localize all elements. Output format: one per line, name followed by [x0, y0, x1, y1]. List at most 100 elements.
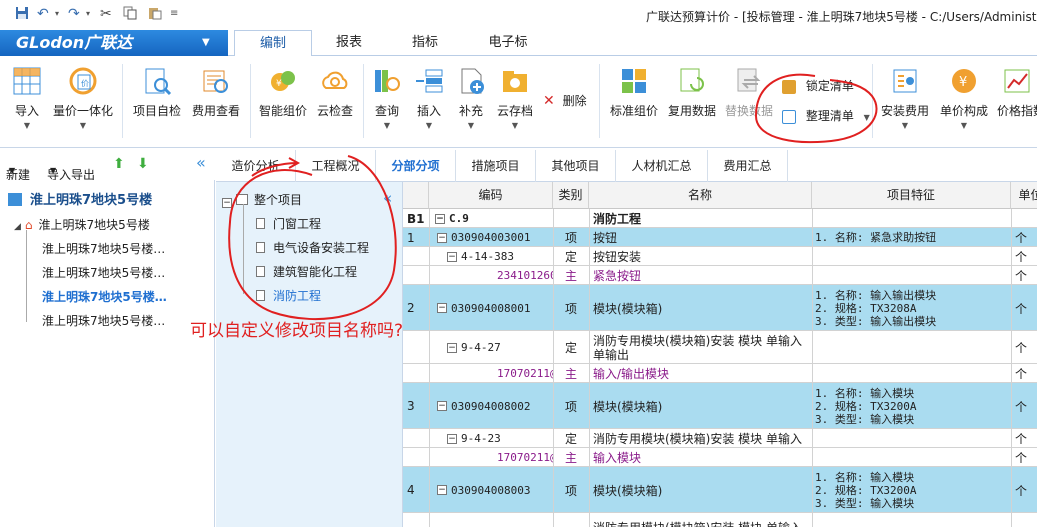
code-cell[interactable]: −4-14-383: [447, 247, 553, 266]
unit-cell[interactable]: 个: [1015, 383, 1037, 429]
type-cell[interactable]: 主: [553, 448, 589, 467]
reuse-data-button[interactable]: 复用数据: [666, 66, 718, 119]
feature-cell[interactable]: 1. 名称: 紧急求助按钮: [815, 228, 1010, 247]
feature-cell[interactable]: 1. 名称: 输入模块 2. 规格: TX3200A 3. 类型: 输入模块: [815, 383, 1010, 429]
type-cell[interactable]: 定: [553, 429, 589, 448]
smart-price-button[interactable]: ¥ 智能组价: [257, 66, 309, 119]
name-cell[interactable]: 输入模块: [593, 448, 811, 467]
name-cell[interactable]: 模块(模块箱): [593, 467, 811, 513]
tree-item[interactable]: 淮上明珠7地块5号楼…: [42, 264, 165, 281]
row-number-cell[interactable]: B1: [407, 209, 429, 228]
tree-root[interactable]: 淮上明珠7地块5号楼: [8, 189, 152, 208]
price-unify-button[interactable]: 价 量价一体化 ▼: [52, 66, 114, 130]
undo-dropdown-icon[interactable]: ▾: [55, 6, 59, 22]
move-down-icon[interactable]: ⬇: [137, 156, 149, 172]
row-number-cell[interactable]: [407, 429, 429, 448]
table-row[interactable]: 消防专用模块(模块箱)安装 模块 单输入: [403, 513, 1037, 527]
organize-list-button[interactable]: 整理清单 ▼: [782, 107, 870, 124]
section-root[interactable]: − 整个项目: [222, 191, 302, 208]
name-cell[interactable]: 输入/输出模块: [593, 364, 811, 383]
lock-list-button[interactable]: 锁定清单: [782, 77, 854, 94]
tab-sub-items[interactable]: 分部分项: [376, 150, 456, 182]
code-cell[interactable]: 17070211@1: [497, 364, 553, 383]
collapse-icon[interactable]: −: [437, 401, 447, 411]
feature-cell[interactable]: [815, 448, 1010, 467]
code-cell[interactable]: 17070211@3: [497, 448, 553, 467]
collapse-icon[interactable]: −: [447, 251, 457, 262]
unit-cell[interactable]: 个: [1015, 331, 1037, 364]
row-number-cell[interactable]: 3: [407, 383, 429, 429]
column-header-type[interactable]: 类别: [553, 182, 589, 209]
cloud-archive-button[interactable]: 云存档 ▼: [495, 66, 535, 130]
collapse-left-icon[interactable]: «: [196, 153, 206, 172]
feature-cell[interactable]: [815, 247, 1010, 266]
table-row[interactable]: 2341012607 主 紧急按钮 个: [403, 266, 1037, 285]
name-cell[interactable]: 模块(模块箱): [593, 383, 811, 429]
unit-cell[interactable]: [1015, 513, 1037, 527]
section-item[interactable]: 电气设备安装工程: [256, 239, 369, 256]
collapse-icon[interactable]: −: [437, 485, 447, 495]
row-number-cell[interactable]: [407, 364, 429, 383]
feature-cell[interactable]: [815, 429, 1010, 448]
feature-cell[interactable]: [815, 364, 1010, 383]
feature-cell[interactable]: [815, 209, 1010, 228]
feature-cell[interactable]: [815, 266, 1010, 285]
code-cell[interactable]: −9-4-27: [447, 331, 553, 364]
tree-item-selected[interactable]: 淮上明珠7地块5号楼…: [42, 288, 167, 305]
code-cell[interactable]: −9-4-23: [447, 429, 553, 448]
unit-cell[interactable]: 个: [1015, 228, 1037, 247]
name-cell[interactable]: 消防专用模块(模块箱)安装 模块 单输入单输出: [593, 331, 811, 364]
tree-item[interactable]: 淮上明珠7地块5号楼…: [42, 240, 165, 257]
section-item-selected[interactable]: 消防工程: [256, 287, 321, 304]
redo-dropdown-icon[interactable]: ▾: [86, 6, 90, 22]
cut-icon[interactable]: ✂: [100, 6, 112, 22]
collapse-icon[interactable]: −: [447, 342, 457, 353]
table-row[interactable]: B1− C.9 消防工程: [403, 209, 1037, 228]
type-cell[interactable]: 定: [553, 247, 589, 266]
column-header-code[interactable]: 编码: [429, 182, 553, 209]
chevron-down-icon[interactable]: ▼: [202, 30, 210, 56]
tab-cost-analysis[interactable]: 造价分析: [216, 150, 296, 182]
type-cell[interactable]: [553, 513, 589, 527]
unit-cell[interactable]: 个: [1015, 247, 1037, 266]
tab-measures[interactable]: 措施项目: [456, 150, 536, 182]
table-row[interactable]: 17070211@3 主 输入模块 个: [403, 448, 1037, 467]
move-up-icon[interactable]: ⬆: [113, 156, 125, 172]
column-header-name[interactable]: 名称: [589, 182, 812, 209]
table-row[interactable]: 4 −030904008003 项 模块(模块箱) 1. 名称: 输入模块 2. 规格: …: [403, 467, 1037, 513]
row-number-cell[interactable]: [407, 247, 429, 266]
collapse-icon[interactable]: −: [437, 303, 447, 313]
row-number-cell[interactable]: 4: [407, 467, 429, 513]
type-cell[interactable]: 主: [553, 266, 589, 285]
collapse-icon[interactable]: −: [435, 213, 445, 224]
tab-labor-material[interactable]: 人材机汇总: [616, 150, 708, 182]
insert-button[interactable]: 插入 ▼: [412, 66, 446, 130]
tab-project-overview[interactable]: 工程概况: [296, 150, 376, 182]
unit-cell[interactable]: 个: [1015, 266, 1037, 285]
table-row[interactable]: −9-4-27 定 消防专用模块(模块箱)安装 模块 单输入单输出 个: [403, 331, 1037, 364]
fee-view-button[interactable]: 费用查看: [190, 66, 242, 119]
install-fee-button[interactable]: 安装费用 ▼: [879, 66, 931, 130]
table-row[interactable]: 17070211@1 主 输入/输出模块 个: [403, 364, 1037, 383]
table-row[interactable]: −4-14-383 定 按钮安装 个: [403, 247, 1037, 266]
tab-edit[interactable]: 编制: [234, 30, 312, 56]
save-icon[interactable]: [15, 6, 29, 24]
tree-item[interactable]: 淮上明珠7地块5号楼…: [42, 312, 165, 329]
tab-index[interactable]: 指标: [386, 30, 464, 56]
feature-cell[interactable]: [815, 513, 1010, 527]
type-cell[interactable]: 定: [553, 331, 589, 364]
tree-child[interactable]: ◢ ⌂ 淮上明珠7地块5号楼: [14, 216, 150, 233]
name-cell[interactable]: 按钮: [593, 228, 811, 247]
row-number-cell[interactable]: [407, 448, 429, 467]
code-cell[interactable]: 2341012607: [497, 266, 553, 285]
code-cell[interactable]: −030904008003: [437, 467, 553, 513]
collapse-left-icon[interactable]: «: [383, 189, 392, 207]
name-cell[interactable]: 按钮安装: [593, 247, 811, 266]
collapse-icon[interactable]: −: [437, 232, 447, 243]
feature-cell[interactable]: 1. 名称: 输入输出模块 2. 规格: TX3208A 3. 类型: 输入输出模块: [815, 285, 1010, 331]
delete-button[interactable]: ✕ 删除: [543, 92, 587, 109]
self-check-button[interactable]: 项目自检: [131, 66, 183, 119]
section-item[interactable]: 门窗工程: [256, 215, 321, 232]
unit-cell[interactable]: 个: [1015, 285, 1037, 331]
tab-fee-summary[interactable]: 费用汇总: [708, 150, 788, 182]
